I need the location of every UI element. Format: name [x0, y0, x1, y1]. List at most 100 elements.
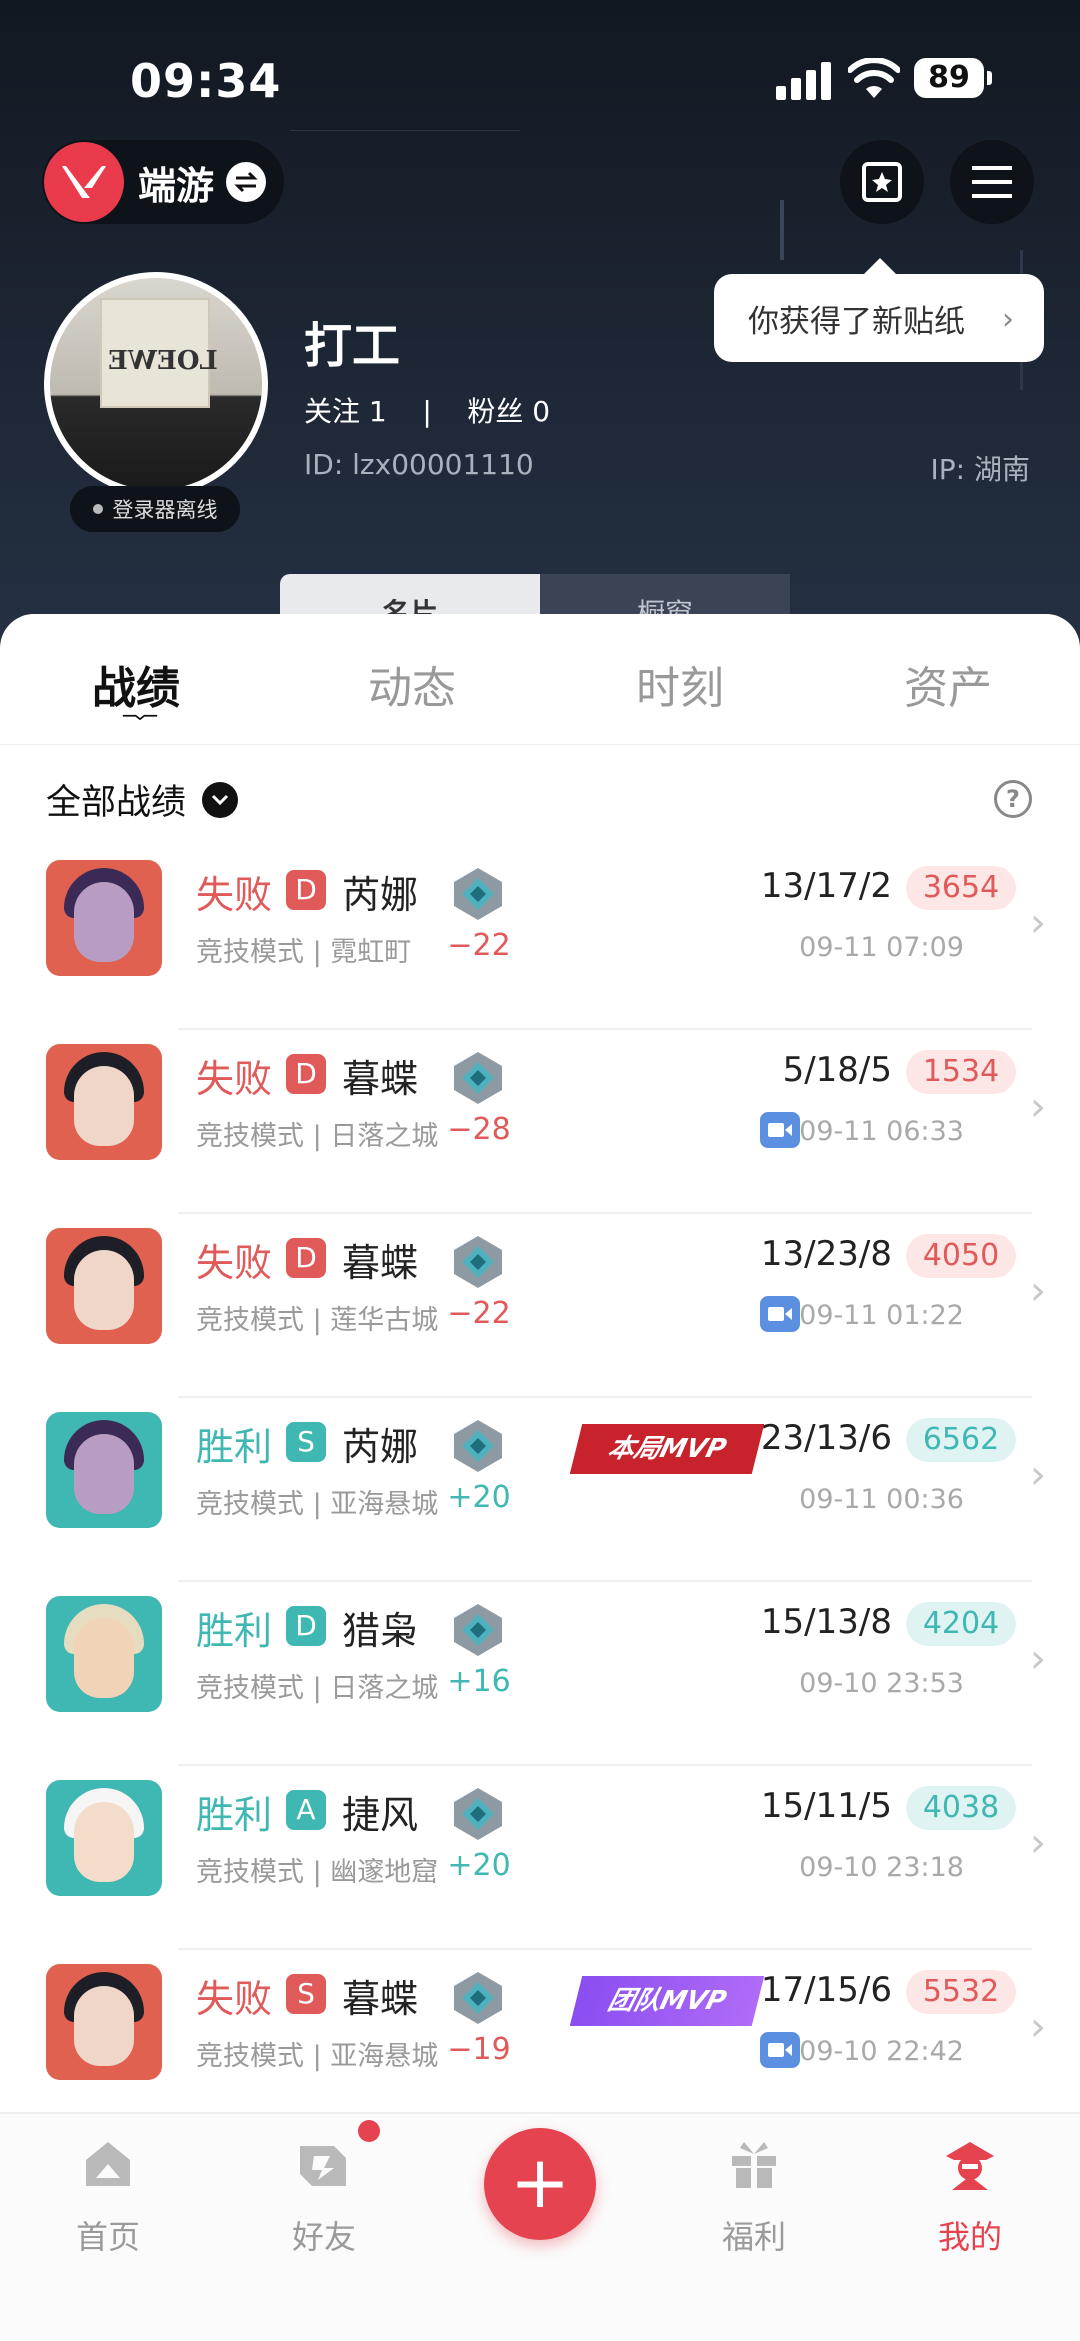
match-row[interactable]: 失败 D 暮蝶 竞技模式 | 日落之城 −28 5/18/5 1534 09-11 06:33…	[0, 1030, 1080, 1214]
records-filter-dropdown[interactable]: 全部战绩	[46, 774, 239, 825]
performance-grade-badge: D	[286, 870, 326, 910]
match-mode-map: 竞技模式 | 亚海悬城	[196, 2041, 439, 2072]
launcher-status-text: 登录器离线	[112, 498, 218, 522]
match-time: 09-10 23:18	[799, 1852, 964, 1883]
chevron-down-icon	[202, 781, 239, 818]
match-result: 失败	[196, 1241, 273, 1285]
platform-switch-button[interactable]: 端游	[42, 140, 284, 224]
chevron-right-icon: ›	[1030, 1452, 1046, 1498]
follow-stats[interactable]: 关注 1 | 粉丝 0	[304, 390, 550, 430]
mvp-badge: 团队MVP	[569, 1976, 765, 2026]
user-id: ID: lzx00001110	[304, 448, 534, 481]
menu-button[interactable]	[950, 140, 1034, 224]
match-row[interactable]: 胜利 S 芮娜 竞技模式 | 亚海悬城 +20 本局MVP 23/13/6 6562 09-11…	[0, 1398, 1080, 1582]
rank-icon	[454, 1972, 502, 2024]
rank-change: −28	[447, 1112, 511, 1147]
home-icon	[86, 2142, 130, 2186]
combat-score: 4038	[906, 1786, 1016, 1830]
nav-home[interactable]: 首页	[38, 2134, 178, 2258]
match-mode-map: 竞技模式 | 日落之城	[196, 1673, 439, 1704]
kda-stats: 15/11/5	[760, 1786, 892, 1826]
replay-video-icon[interactable]	[760, 1112, 800, 1148]
user-avatar[interactable]: LOEWE	[44, 272, 268, 496]
agent-face	[74, 1434, 134, 1514]
wifi-icon	[848, 58, 900, 98]
status-dot	[92, 504, 103, 514]
rank-icon	[454, 1236, 502, 1288]
agent-portrait	[46, 1044, 162, 1160]
performance-grade-badge: D	[286, 1054, 326, 1094]
rank-change: −19	[447, 2032, 511, 2067]
valorant-logo-icon	[44, 142, 124, 222]
tab-records[interactable]: 战绩	[92, 652, 180, 716]
performance-grade-badge: A	[286, 1790, 326, 1830]
match-time: 09-10 23:53	[799, 1668, 964, 1699]
platform-label: 端游	[138, 163, 215, 208]
chevron-right-icon: ›	[1002, 302, 1014, 337]
combat-score: 6562	[906, 1418, 1016, 1462]
status-bar: 09:34 89	[0, 40, 1080, 120]
agent-portrait	[46, 1228, 162, 1344]
bottom-navigation: 首页 好友 + 福利 我的	[0, 2112, 1080, 2341]
agent-name: 暮蝶	[342, 1241, 419, 1285]
gift-icon	[732, 2142, 776, 2188]
agent-face	[74, 1618, 134, 1698]
help-icon[interactable]: ?	[994, 780, 1032, 818]
match-mode-map: 竞技模式 | 日落之城	[196, 1121, 439, 1152]
rank-icon	[454, 1788, 502, 1840]
create-post-button[interactable]: +	[484, 2128, 596, 2240]
tab-moments[interactable]: 时刻	[636, 652, 724, 716]
rank-change: −22	[447, 928, 511, 963]
combat-score: 4050	[906, 1234, 1016, 1278]
agent-portrait	[46, 1596, 162, 1712]
battery-indicator: 89	[914, 58, 992, 98]
nav-me[interactable]: 我的	[900, 2134, 1040, 2258]
decoration-line	[780, 200, 784, 260]
match-result: 失败	[196, 873, 273, 917]
match-row[interactable]: 失败 D 暮蝶 竞技模式 | 莲华古城 −22 13/23/8 4050 09-11 01:2…	[0, 1214, 1080, 1398]
match-time: 09-11 07:09	[799, 932, 964, 963]
agent-portrait	[46, 860, 162, 976]
combat-score: 4204	[906, 1602, 1016, 1646]
match-result: 胜利	[196, 1609, 273, 1653]
friends-icon	[300, 2146, 346, 2186]
tab-posts[interactable]: 动态	[368, 652, 456, 716]
nav-friends[interactable]: 好友	[254, 2134, 394, 2258]
rank-change: −22	[447, 1296, 511, 1331]
match-row[interactable]: 失败 S 暮蝶 竞技模式 | 亚海悬城 −19 团队MVP 17/15/6 5532 09-10…	[0, 1950, 1080, 2134]
match-row[interactable]: 胜利 A 捷风 竞技模式 | 幽邃地窟 +20 15/11/5 4038 09-10 23:1…	[0, 1766, 1080, 1950]
replay-video-icon[interactable]	[760, 1296, 800, 1332]
match-row[interactable]: 失败 D 芮娜 竞技模式 | 霓虹町 −22 13/17/2 3654 09-11 07:09…	[0, 846, 1080, 1030]
performance-grade-badge: D	[286, 1606, 326, 1646]
rank-icon	[454, 868, 502, 920]
replay-video-icon[interactable]	[760, 2032, 800, 2068]
agent-face	[74, 882, 134, 962]
performance-grade-badge: S	[286, 1422, 326, 1462]
profile-icon	[946, 2142, 994, 2190]
sticker-icon	[862, 162, 902, 202]
match-result: 失败	[196, 1057, 273, 1101]
new-sticker-tooltip[interactable]: 你获得了新贴纸 ›	[714, 258, 1044, 362]
chevron-right-icon: ›	[1030, 900, 1046, 946]
agent-name: 芮娜	[342, 1425, 419, 1469]
agent-name: 芮娜	[342, 873, 419, 917]
rank-icon	[454, 1052, 502, 1104]
match-row[interactable]: 胜利 D 猎枭 竞技模式 | 日落之城 +16 15/13/8 4204 09-10 23:5…	[0, 1582, 1080, 1766]
nav-benefits[interactable]: 福利	[684, 2134, 824, 2258]
agent-face	[74, 1802, 134, 1882]
sticker-button[interactable]	[840, 140, 924, 224]
chevron-right-icon: ›	[1030, 2004, 1046, 2050]
swap-icon	[226, 162, 267, 202]
match-mode-map: 竞技模式 | 幽邃地窟	[196, 1857, 439, 1888]
chevron-right-icon: ›	[1030, 1084, 1046, 1130]
tab-assets[interactable]: 资产	[904, 652, 992, 716]
agent-portrait	[46, 1964, 162, 2080]
agent-portrait	[46, 1412, 162, 1528]
kda-stats: 17/15/6	[760, 1970, 892, 2010]
agent-portrait	[46, 1780, 162, 1896]
launcher-status-badge: 登录器离线	[70, 486, 240, 532]
combat-score: 3654	[906, 866, 1016, 910]
performance-grade-badge: D	[286, 1238, 326, 1278]
filter-label: 全部战绩	[46, 783, 187, 823]
menu-icon	[972, 166, 1012, 198]
